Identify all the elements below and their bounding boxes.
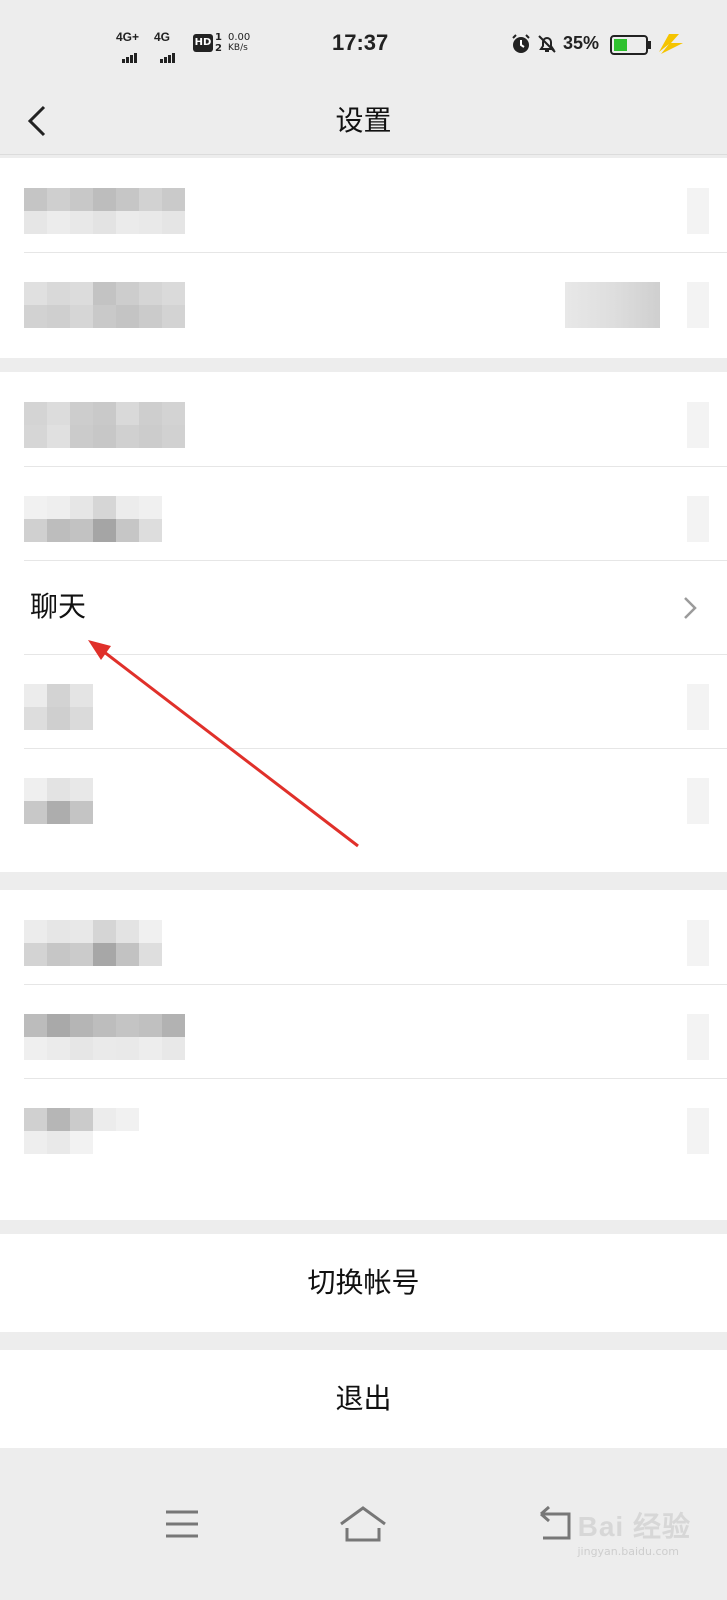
sim1-network-type: 4G+ (116, 30, 140, 44)
signal-bars-icon (122, 44, 138, 63)
battery-percent: 35% (563, 33, 600, 53)
list-item[interactable] (0, 654, 727, 748)
list-item[interactable] (0, 890, 727, 984)
home-icon[interactable] (333, 1494, 393, 1554)
signal-bars-icon (160, 44, 176, 63)
baidu-jingyan-watermark: Bai 经验 (577, 1511, 691, 1542)
sim2-signal: 4G (154, 30, 190, 63)
settings-item-chat[interactable]: 聊天 (0, 560, 727, 654)
switch-account-button[interactable]: 切换帐号 (0, 1234, 727, 1332)
list-item[interactable] (0, 372, 727, 466)
pixelated-label (24, 684, 93, 730)
silent-bell-icon (538, 35, 556, 53)
status-time: 17:37 (332, 30, 389, 55)
settings-group-1 (0, 158, 727, 358)
list-item[interactable] (0, 748, 727, 842)
pixelated-chevron (687, 402, 709, 448)
network-speed: 0.00 KB/s (228, 32, 250, 54)
pixelated-chevron (687, 920, 709, 966)
settings-group-2: 聊天 (0, 372, 727, 872)
pixelated-chevron (687, 496, 709, 542)
sim1-signal: 4G+ (116, 30, 152, 63)
watermark-url: jingyan.baidu.com (577, 1545, 679, 1558)
battery-icon (610, 35, 651, 55)
pixelated-chevron (687, 1108, 709, 1154)
pixelated-label (24, 920, 162, 966)
pixelated-label (24, 496, 162, 542)
list-item[interactable] (0, 984, 727, 1078)
nav-header: 设置 (0, 88, 727, 155)
pixelated-label (24, 282, 185, 328)
pixelated-label (24, 1108, 139, 1154)
sim-numbers: 12 (215, 32, 222, 54)
pixelated-label (24, 402, 185, 448)
back-return-icon[interactable] (525, 1494, 585, 1554)
pixelated-chevron (687, 1014, 709, 1060)
charging-bolt-icon (659, 34, 683, 54)
logout-button[interactable]: 退出 (0, 1350, 727, 1448)
chevron-right-icon (684, 597, 697, 619)
pixelated-chevron (687, 188, 709, 234)
sim2-network-type: 4G (154, 30, 171, 44)
network-speed-value: 0.00 (228, 32, 251, 43)
pixelated-chevron (687, 778, 709, 824)
settings-screen: 4G+ 4G HD 12 0.00 KB/s 17:37 35% 设置 聊天 切… (0, 0, 727, 1600)
list-item[interactable] (0, 252, 727, 346)
list-item[interactable] (0, 466, 727, 560)
pixelated-label (24, 778, 93, 824)
pixelated-chevron (687, 282, 709, 328)
menu-icon[interactable] (152, 1494, 212, 1554)
list-item[interactable] (0, 158, 727, 252)
network-speed-unit: KB/s (228, 43, 248, 53)
settings-group-3 (0, 890, 727, 1220)
page-title: 设置 (335, 104, 392, 137)
chat-label: 聊天 (30, 590, 87, 623)
pixelated-chevron (687, 684, 709, 730)
pixelated-label (24, 188, 185, 234)
status-bar: 4G+ 4G HD 12 0.00 KB/s 17:37 35% (0, 0, 727, 88)
hd-voice-badge: HD (193, 34, 213, 52)
list-item[interactable] (0, 1078, 727, 1172)
alarm-icon (512, 34, 530, 53)
pixelated-label (24, 1014, 185, 1060)
pixelated-value (565, 282, 660, 328)
